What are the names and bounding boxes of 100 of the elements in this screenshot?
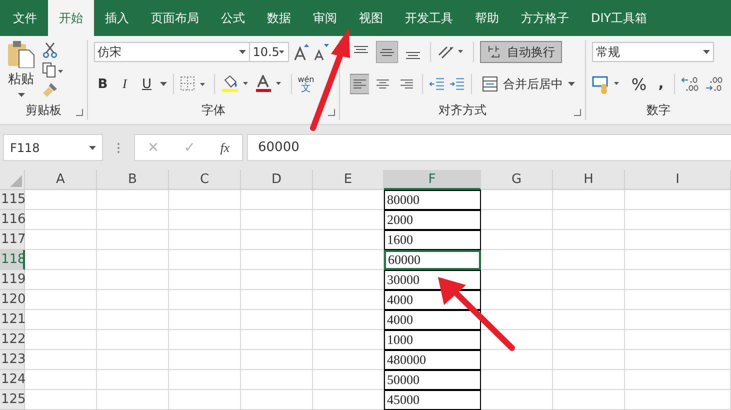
table-cell [553, 250, 625, 270]
column-header[interactable]: D [241, 170, 313, 190]
paste-button[interactable]: 粘贴 [6, 40, 36, 100]
column-header[interactable]: E [313, 170, 384, 190]
ribbon-tab[interactable]: 开始 [48, 0, 94, 36]
merge-center-button[interactable]: 合并后居中 [478, 76, 580, 92]
table-cell [97, 370, 169, 390]
caret-icon[interactable] [279, 50, 285, 54]
font-size-dropdown[interactable]: 10.5 [248, 42, 289, 62]
caret-icon[interactable] [89, 146, 96, 150]
phonetic-guide-button[interactable]: wén 文 [298, 75, 314, 93]
table-cell: 50000 [384, 370, 481, 390]
table-cell: 1600 [384, 230, 481, 250]
row-header[interactable]: 122 [0, 330, 25, 350]
decrease-decimal-icon[interactable] [705, 75, 725, 93]
row-header[interactable]: 116 [0, 210, 25, 230]
ribbon-tab[interactable]: DIY工具箱 [580, 0, 658, 36]
table-cell [169, 350, 241, 370]
column-header[interactable]: H [553, 170, 625, 190]
row-header[interactable]: 119 [0, 270, 25, 290]
row-header[interactable]: 125 [0, 390, 25, 410]
group-label: 剪贴板 [25, 102, 62, 118]
table-cell [25, 290, 97, 310]
font-name-dropdown[interactable]: 仿宋 [94, 42, 250, 62]
table-cell [313, 190, 384, 210]
italic-button[interactable]: I [116, 76, 134, 92]
row-header[interactable]: 123 [0, 350, 25, 370]
table-cell [241, 250, 313, 270]
table-cell [481, 330, 553, 350]
fill-color-icon[interactable] [220, 75, 251, 93]
column-header[interactable]: F [384, 170, 481, 190]
caret-icon[interactable] [568, 82, 576, 86]
caret-icon[interactable] [18, 93, 24, 97]
table-cell [241, 370, 313, 390]
table-cell [313, 390, 384, 410]
row-header[interactable]: 121 [0, 310, 25, 330]
ribbon-tab[interactable]: 公式 [210, 0, 256, 36]
increase-font-size-icon[interactable] [292, 43, 309, 61]
percent-button[interactable]: % [628, 74, 650, 94]
ribbon-tab[interactable]: 帮助 [464, 0, 510, 36]
row-header[interactable]: 124 [0, 370, 25, 390]
ribbon-tab[interactable]: 插入 [94, 0, 140, 36]
table-cell [25, 310, 97, 330]
column-header[interactable]: C [169, 170, 241, 190]
name-box[interactable]: F118 [3, 134, 103, 161]
ribbon-tab[interactable]: 方方格子 [510, 0, 580, 36]
formula-input-field[interactable]: 60000 [247, 134, 731, 161]
column-header[interactable]: I [625, 170, 731, 190]
ribbon-tab[interactable]: 页面布局 [140, 0, 210, 36]
table-cell: 2000 [384, 210, 481, 230]
horizontal-align-icon[interactable] [350, 73, 370, 95]
dialog-launcher-icon[interactable] [76, 109, 83, 116]
column-header[interactable]: B [97, 170, 169, 190]
increase-decimal-icon[interactable] [681, 75, 701, 93]
number-format-dropdown[interactable]: 常规 [592, 42, 714, 62]
ribbon-tab[interactable]: 视图 [348, 0, 394, 36]
table-cell [241, 350, 313, 370]
caret-icon[interactable] [238, 50, 246, 54]
group-label: 字体 [201, 102, 226, 118]
decrease-font-size-icon[interactable] [312, 43, 329, 61]
table-cell [553, 330, 625, 350]
table-cell [241, 230, 313, 250]
table-cell [169, 250, 241, 270]
format-painter-icon[interactable] [42, 82, 58, 98]
comma-style-button[interactable]: , [654, 76, 668, 92]
column-header[interactable]: A [25, 170, 97, 190]
increase-indent-icon[interactable] [449, 76, 466, 92]
table-cell [313, 330, 384, 350]
table-cell [553, 370, 625, 390]
wrap-text-icon[interactable] [487, 44, 501, 60]
ribbon-tab[interactable]: 数据 [256, 0, 302, 36]
table-cell [553, 310, 625, 330]
drag-handle-icon[interactable] [117, 142, 120, 154]
table-cell [97, 270, 169, 290]
borders-icon[interactable] [180, 76, 208, 92]
row-header[interactable]: 120 [0, 290, 25, 310]
vertical-align-icon[interactable] [376, 41, 398, 63]
ribbon-tab[interactable]: 开发工具 [394, 0, 464, 36]
table-cell [481, 390, 553, 410]
ribbon-tab[interactable]: 审阅 [302, 0, 348, 36]
table-cell [313, 310, 384, 330]
insert-function-button[interactable]: fx [220, 140, 230, 156]
table-cell [97, 190, 169, 210]
decrease-indent-icon[interactable] [429, 76, 446, 92]
wrap-text-button[interactable]: 自动换行 [480, 41, 562, 63]
table-cell [241, 310, 313, 330]
merge-cells-icon[interactable] [482, 76, 498, 92]
copy-icon[interactable] [42, 62, 64, 78]
table-cell [97, 230, 169, 250]
scissors-icon[interactable] [42, 42, 58, 58]
column-header[interactable]: G [481, 170, 553, 190]
row-header[interactable]: 117 [0, 230, 25, 250]
ribbon-tab[interactable]: 文件 [2, 0, 48, 36]
underline-button[interactable]: U [138, 76, 156, 92]
row-header[interactable]: 115 [0, 190, 25, 210]
bold-button[interactable]: B [94, 76, 112, 92]
caret-icon[interactable] [160, 82, 167, 86]
dialog-launcher-icon[interactable] [574, 109, 581, 116]
caret-icon[interactable] [703, 50, 710, 54]
dialog-launcher-icon[interactable] [328, 109, 335, 116]
